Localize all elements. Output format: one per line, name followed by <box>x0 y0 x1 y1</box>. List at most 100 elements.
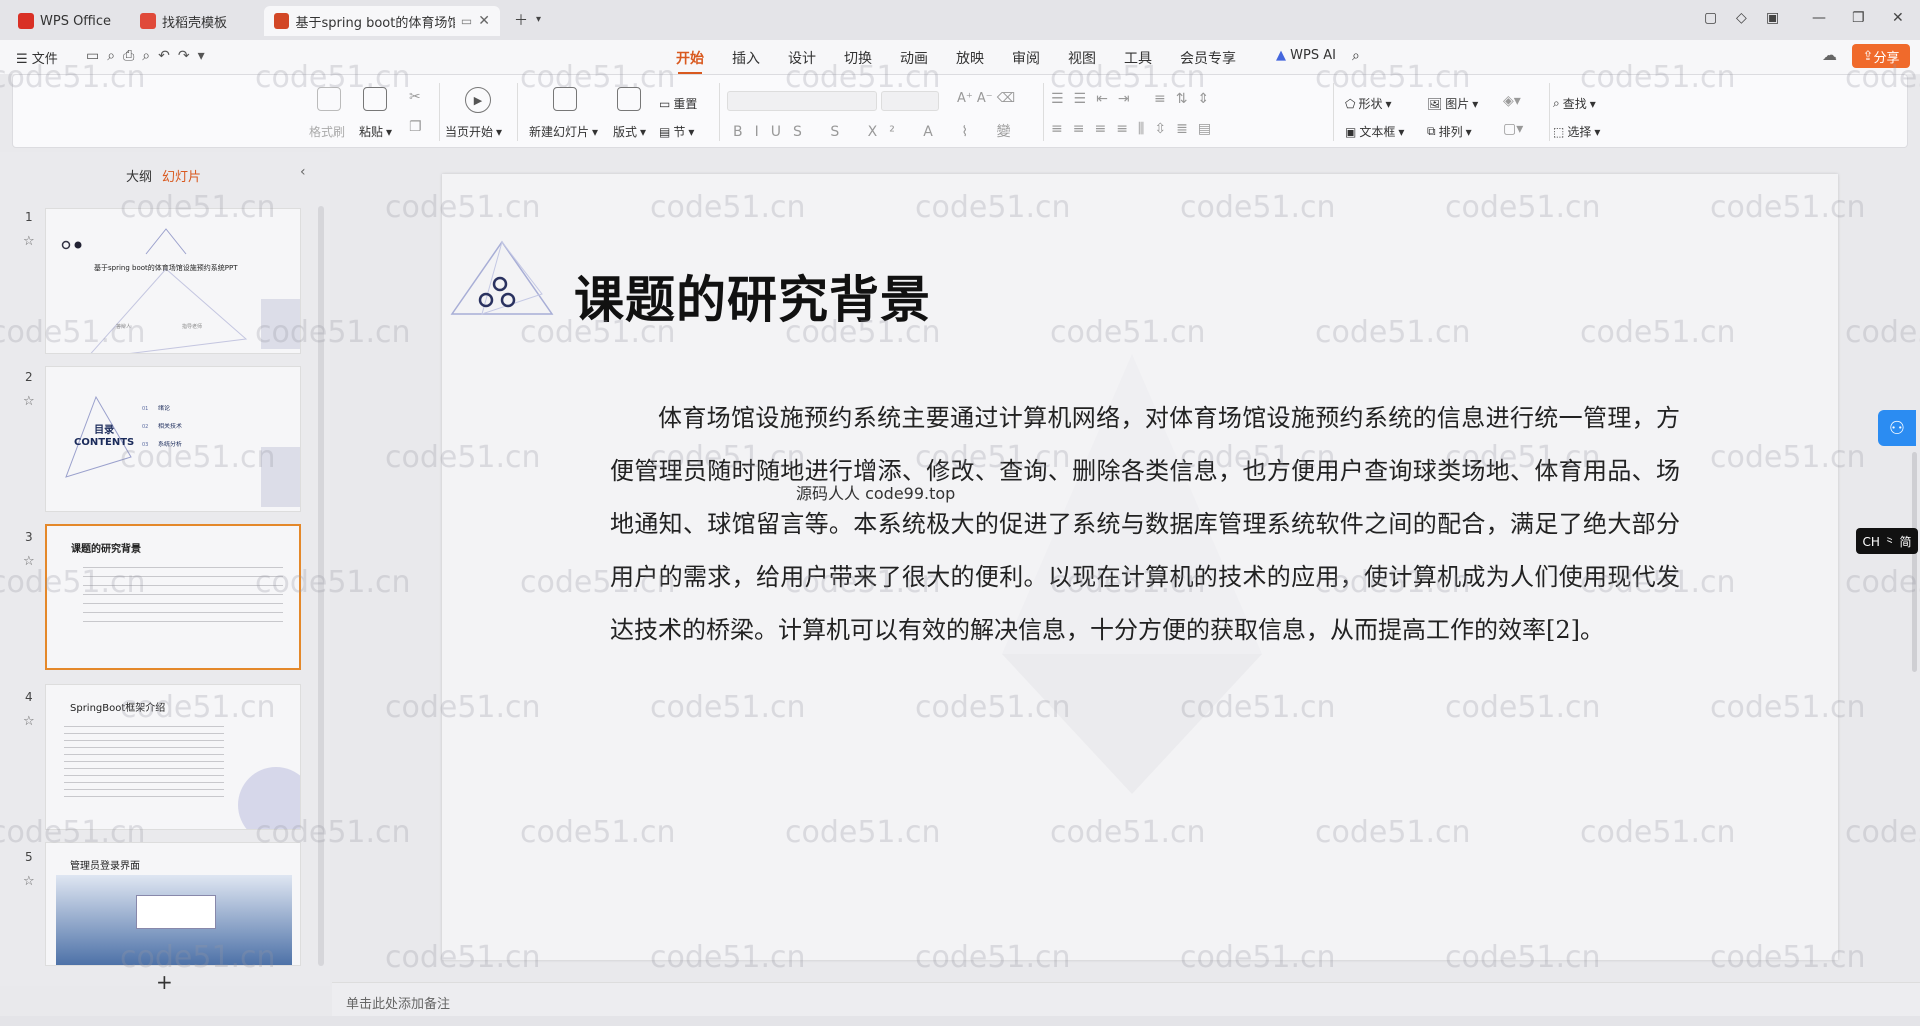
font-family-select[interactable] <box>727 91 877 111</box>
collapse-panel-icon[interactable]: ‹ <box>300 164 306 180</box>
chevron-down-icon[interactable]: ▾ <box>536 14 541 25</box>
tab-label: 找稻壳模板 <box>162 15 228 31</box>
new-tab-icon[interactable]: ＋ <box>514 10 528 30</box>
wps-logo-icon <box>18 13 34 29</box>
slide-body-text[interactable]: 体育场馆设施预约系统主要通过计算机网络，对体育场馆设施预约系统的信息进行统一管理… <box>610 392 1680 657</box>
align-icons[interactable]: ≡≡≡≡⫼⇳≣▤ <box>1051 121 1221 137</box>
arrange-button[interactable]: ⧉ 排列 ▾ <box>1427 123 1472 140</box>
tab-view[interactable]: 视图 <box>1068 48 1096 68</box>
tab-review[interactable]: 审阅 <box>1012 48 1040 68</box>
picture-button[interactable]: 🖼 图片 ▾ <box>1427 95 1478 112</box>
slides-panel: 大纲 幻灯片 ‹ 1 ☆ 基于spring boot的体育场馆设施预约系统PPT… <box>0 152 330 994</box>
play-from-current-button[interactable]: 当页开始 ▾ <box>445 123 502 140</box>
slide-number: 5 <box>25 850 33 864</box>
thumb-login-box <box>136 895 216 929</box>
restore-icon[interactable]: ❐ <box>1852 10 1865 26</box>
play-label: 当页开始 <box>445 125 494 139</box>
tab-slides[interactable]: 幻灯片 <box>162 166 201 185</box>
tab-insert[interactable]: 插入 <box>732 48 760 68</box>
format-painter-button[interactable]: 格式刷 <box>309 123 345 140</box>
thumb-sub: 答辩人 <box>116 324 132 330</box>
tab-outline[interactable]: 大纲 <box>126 166 152 185</box>
search-icon[interactable]: ⌕ <box>1352 48 1360 64</box>
star-icon[interactable]: ☆ <box>23 394 35 409</box>
ribbon-separator <box>1549 83 1550 141</box>
reset-button[interactable]: ▭ 重置 <box>659 95 697 112</box>
select-button[interactable]: ⬚ 选择 ▾ <box>1553 123 1600 140</box>
find-icon: ⌕ <box>1553 96 1560 110</box>
slide-thumbnail-4[interactable]: SpringBoot框架介绍 <box>45 684 301 830</box>
paste-button[interactable]: 粘贴 ▾ <box>359 123 392 140</box>
tab-presentation[interactable]: 基于spring boot的体育场馆 ▭ ✕ <box>264 6 500 36</box>
tab-home[interactable]: 开始 <box>676 48 704 74</box>
tab-animation[interactable]: 动画 <box>900 48 928 68</box>
window-layout-icon[interactable]: ▢ <box>1704 10 1717 26</box>
cut-icon[interactable]: ✂ <box>409 89 421 105</box>
menu-bar: ☰ 文件 ▭⌕⎙⌕↶↷▾ 开始 插入 设计 切换 动画 放映 审阅 视图 工具 … <box>0 40 1920 74</box>
slide-title[interactable]: 课题的研究背景 <box>574 260 931 332</box>
assistant-float-button[interactable]: ⚇ <box>1878 410 1916 446</box>
file-menu[interactable]: ☰ 文件 <box>16 48 58 67</box>
close-tab-icon[interactable]: ✕ <box>478 13 490 29</box>
thumb-title: 目录 CONTENTS <box>74 425 135 448</box>
cloud-upload-icon[interactable]: ☁ <box>1822 46 1837 64</box>
scroll-thumb[interactable] <box>1912 452 1917 672</box>
slide-thumbnail-2[interactable]: 目录 CONTENTS 01 绪论 02 相关技术 03 系统分析 <box>45 366 301 512</box>
screen-icon[interactable]: ▭ <box>461 14 472 28</box>
list-icons[interactable]: ☰☰⇤⇥ ≡⇅⇕ <box>1051 91 1219 107</box>
new-slide-button[interactable]: 新建幻灯片 ▾ <box>529 123 598 140</box>
font-style-icons[interactable]: BIUS S X² A ⌇ 變 <box>733 121 1023 141</box>
star-icon[interactable]: ☆ <box>23 554 35 569</box>
wps-ai-button[interactable]: ▲ WPS AI <box>1276 48 1336 63</box>
grow-font-icon[interactable]: A⁺ A⁻ ⌫ <box>957 91 1015 106</box>
textbox-button[interactable]: ▣ 文本框 ▾ <box>1345 123 1404 140</box>
slide-thumbnail-3[interactable]: 课题的研究背景 <box>45 524 301 670</box>
minimize-icon[interactable]: — <box>1812 10 1826 26</box>
textbox-icon: ▣ <box>1345 124 1357 139</box>
tab-transition[interactable]: 切换 <box>844 48 872 68</box>
copy-icon[interactable]: ❐ <box>409 119 422 135</box>
tab-wps-office[interactable]: WPS Office <box>8 6 122 36</box>
thumb-item: 系统分析 <box>158 441 183 448</box>
slide-number: 2 <box>25 370 33 384</box>
panel-scrollbar[interactable] <box>318 206 324 966</box>
thumb-title: 课题的研究背景 <box>71 544 141 555</box>
star-icon[interactable]: ☆ <box>23 714 35 729</box>
tab-docer-templates[interactable]: 找稻壳模板 <box>130 6 258 36</box>
share-button[interactable]: ⇪ 分享 <box>1852 44 1910 68</box>
tab-member[interactable]: 会员专享 <box>1180 48 1236 68</box>
thumb-item: 相关技术 <box>158 423 183 430</box>
tab-design[interactable]: 设计 <box>788 48 816 68</box>
find-button[interactable]: ⌕ 查找 ▾ <box>1553 95 1596 112</box>
thumb-item: 绪论 <box>158 405 171 412</box>
layout-button[interactable]: 版式 ▾ <box>613 123 646 140</box>
thumb-login-image <box>56 875 292 965</box>
add-slide-button[interactable]: + <box>156 970 173 994</box>
share-icon: ⇪ <box>1862 48 1874 64</box>
slide-thumbnail-1[interactable]: 基于spring boot的体育场馆设施预约系统PPT 答辩人 指导老师 <box>45 208 301 354</box>
outline-icon[interactable]: ▢▾ <box>1503 121 1523 137</box>
quick-access-toolbar[interactable]: ▭⌕⎙⌕↶↷▾ <box>86 48 213 64</box>
find-label: 查找 <box>1562 97 1587 111</box>
star-icon[interactable]: ☆ <box>23 874 35 889</box>
thumb-item-num: 01 <box>142 406 149 412</box>
file-menu-label: 文件 <box>31 52 58 67</box>
tab-slideshow[interactable]: 放映 <box>956 48 984 68</box>
ime-indicator[interactable]: CH ⺀ 简 <box>1856 528 1918 554</box>
reset-label: 重置 <box>673 97 698 111</box>
cube-icon[interactable]: ◇ <box>1736 10 1747 26</box>
arrange-label: 排列 <box>1438 125 1463 139</box>
thumb-item-num: 03 <box>142 442 149 448</box>
fill-icon[interactable]: ◈▾ <box>1503 93 1521 109</box>
slide-thumbnail-5[interactable]: 管理员登录界面 <box>45 842 301 966</box>
notes-pane[interactable]: 单击此处添加备注 <box>332 982 1920 1016</box>
shape-button[interactable]: ⬠ 形状 ▾ <box>1345 95 1391 112</box>
current-slide[interactable]: 课题的研究背景 体育场馆设施预约系统主要通过计算机网络，对体育场馆设施预约系统的… <box>442 174 1838 960</box>
close-window-icon[interactable]: ✕ <box>1892 10 1904 26</box>
star-icon[interactable]: ☆ <box>23 234 35 249</box>
avatar[interactable]: ▣ <box>1766 10 1779 26</box>
section-button[interactable]: ▤ 节 ▾ <box>659 123 694 140</box>
tab-tools[interactable]: 工具 <box>1124 48 1152 68</box>
font-size-select[interactable] <box>881 91 939 111</box>
canvas-scrollbar[interactable] <box>1910 152 1920 982</box>
